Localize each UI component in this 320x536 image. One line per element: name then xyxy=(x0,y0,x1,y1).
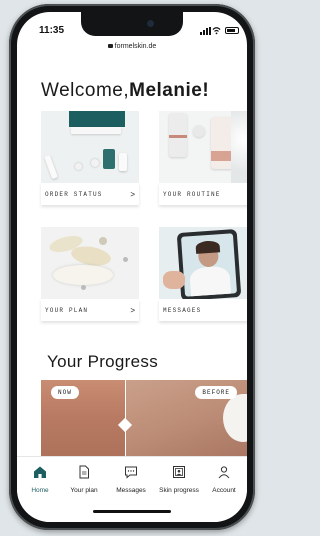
tab-label: Skin progress xyxy=(159,487,199,494)
document-icon xyxy=(79,465,89,479)
status-time: 11:35 xyxy=(39,25,65,36)
tab-your-plan[interactable]: Your plan xyxy=(61,465,107,494)
page-title: Welcome,Melanie! xyxy=(41,80,209,102)
card-your-routine[interactable]: YOUR ROUTINE> xyxy=(159,111,247,205)
chevron-right-icon: > xyxy=(130,305,135,315)
card-row: ORDER STATUS > xyxy=(41,183,139,205)
photo-background xyxy=(223,394,247,442)
tab-account[interactable]: Account xyxy=(201,465,247,494)
chevron-right-icon: > xyxy=(130,189,135,199)
home-indicator xyxy=(93,510,171,513)
tab-label: Messages xyxy=(116,487,146,494)
before-badge: BEFORE xyxy=(195,386,237,399)
messages-image xyxy=(159,227,247,299)
now-badge: NOW xyxy=(51,386,79,399)
card-row: YOUR PLAN > xyxy=(41,299,139,321)
phone-frame: 11:35 formelskin.de Welcome,Melanie! ORD… xyxy=(9,4,255,530)
camera xyxy=(147,20,154,27)
lock-icon xyxy=(107,44,113,48)
wifi-icon xyxy=(212,27,221,35)
battery-icon xyxy=(225,27,239,34)
tab-label: Your plan xyxy=(70,487,98,494)
notch xyxy=(81,12,183,36)
card-label: ORDER STATUS xyxy=(45,190,103,198)
plan-image xyxy=(41,227,139,299)
tab-skin-progress[interactable]: Skin progress xyxy=(156,465,202,494)
chat-icon xyxy=(125,466,137,479)
home-icon xyxy=(34,466,46,478)
photo-icon xyxy=(173,466,185,478)
card-label: MESSAGES xyxy=(163,306,202,314)
app-screen: 11:35 formelskin.de Welcome,Melanie! ORD… xyxy=(17,12,247,522)
greeting-prefix: Welcome, xyxy=(41,80,130,101)
card-label: YOUR PLAN xyxy=(45,306,89,314)
card-your-plan[interactable]: YOUR PLAN > xyxy=(41,227,139,321)
tab-messages[interactable]: Messages xyxy=(108,465,154,494)
url-text: formelskin.de xyxy=(114,43,157,50)
routine-image xyxy=(159,111,247,183)
tab-label: Home xyxy=(31,487,49,494)
card-label: YOUR ROUTINE xyxy=(163,190,221,198)
signal-icon xyxy=(200,27,211,35)
person-icon xyxy=(218,466,230,479)
card-row: YOUR ROUTINE> xyxy=(159,183,247,205)
tab-label: Account xyxy=(212,487,236,494)
order-status-image xyxy=(41,111,139,183)
greeting-name: Melanie! xyxy=(129,80,210,101)
card-order-status[interactable]: ORDER STATUS > xyxy=(41,111,139,205)
tab-home[interactable]: Home xyxy=(17,465,63,494)
progress-heading: Your Progress xyxy=(47,352,158,371)
card-messages[interactable]: MESSAGES> xyxy=(159,227,247,321)
card-row: MESSAGES> xyxy=(159,299,247,321)
url-bar[interactable]: formelskin.de xyxy=(17,43,247,50)
